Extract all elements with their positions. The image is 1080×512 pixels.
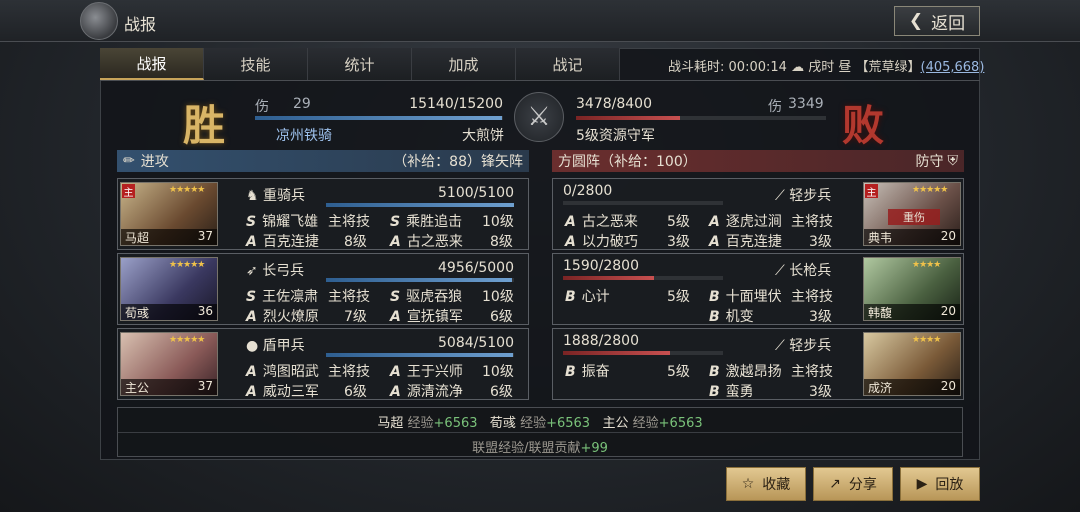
- cavalry-icon: ♞: [246, 188, 259, 204]
- defeat-mark: 败: [842, 101, 885, 150]
- star-rating-icon: ★★★★★: [169, 260, 205, 270]
- left-troops-header: 伤 29 15140/15200: [255, 96, 503, 120]
- star-rating-icon: ★★★★★: [912, 185, 948, 195]
- general-card-right-3[interactable]: 1888/2800 ⟋ 轻步兵 B 振奋 5级 B 激越昂扬 主将技 B 蛮勇 3级 …: [552, 328, 964, 400]
- hp-bar: [326, 353, 514, 357]
- hp-bar: [563, 276, 723, 280]
- share-icon: ↗: [829, 476, 841, 492]
- right-troops-header: 3478/8400 伤 3349: [576, 96, 826, 120]
- crossed-swords-icon: ⚔: [514, 92, 564, 142]
- star-rating-icon: ★★★★★: [169, 185, 205, 195]
- left-player-name: 凉州铁骑: [276, 128, 332, 144]
- general-portrait: ★★★★★ 主公 37: [120, 332, 218, 396]
- general-card-left-1[interactable]: 主 ★★★★★ 马超 37 ♞ 重骑兵 5100/5100 S 锦耀飞雄 主将技 S…: [117, 178, 529, 250]
- tab-report[interactable]: 战报: [100, 48, 204, 80]
- hp-bar: [326, 203, 514, 207]
- general-portrait: ★★★★★ 荀彧 36: [120, 257, 218, 321]
- divider: [100, 80, 980, 81]
- right-enemy-name: 5级资源守军: [576, 128, 655, 144]
- spear-icon: ⟋: [775, 188, 785, 204]
- back-arrow-icon: ❮: [908, 11, 924, 31]
- spear-icon: ⟋: [775, 263, 785, 279]
- right-troops-bar: [576, 116, 826, 120]
- share-button[interactable]: ↗ 分享: [813, 467, 893, 501]
- spear-icon: ⟋: [775, 338, 785, 354]
- shield-troop-icon: ●: [246, 338, 259, 354]
- experience-summary: 马超 经验+6563 荀彧 经验+6563 主公 经验+6563 联盟经验/联盟…: [117, 407, 963, 457]
- tab-bonus[interactable]: 加成: [412, 48, 516, 80]
- defense-section-header: 方圆阵（补给：100） 防守 ⛨: [552, 150, 964, 172]
- bow-icon: ➶: [246, 263, 258, 279]
- left-troops-bar: [255, 116, 503, 120]
- general-card-left-3[interactable]: ★★★★★ 主公 37 ● 盾甲兵 5084/5100 A 鸿图昭武 主将技 A 王于…: [117, 328, 529, 400]
- coords-link[interactable]: (405,668): [921, 60, 985, 75]
- left-player-item: 大煎饼: [462, 128, 504, 144]
- replay-button[interactable]: ▶ 回放: [900, 467, 980, 501]
- star-rating-icon: ★★★★: [912, 260, 941, 270]
- tab-stats[interactable]: 统计: [308, 48, 412, 80]
- general-card-right-2[interactable]: 1590/2800 ⟋ 长枪兵 B 心计 5级 B 十面埋伏 主将技 B 机变 3级 …: [552, 253, 964, 325]
- tab-record[interactable]: 战记: [516, 48, 620, 80]
- star-rating-icon: ★★★★★: [169, 335, 205, 345]
- sword-icon: ✏: [123, 153, 135, 169]
- weather-icon: ☁: [791, 60, 805, 75]
- collect-button[interactable]: ☆ 收藏: [726, 467, 806, 501]
- injury-badge: 重伤: [888, 209, 940, 225]
- victory-mark: 胜: [183, 101, 226, 150]
- star-rating-icon: ★★★★: [912, 335, 941, 345]
- hp-bar: [563, 201, 723, 205]
- back-button[interactable]: ❮ 返回: [894, 6, 980, 36]
- page-title: 战报: [124, 15, 157, 34]
- tab-skills[interactable]: 技能: [204, 48, 308, 80]
- tab-bar: 战报 技能 统计 加成 战记: [100, 48, 620, 80]
- shield-icon: ⛨: [947, 153, 959, 169]
- general-portrait: 主 ★★★★★ 重伤 典韦 20: [863, 182, 961, 246]
- general-card-right-1[interactable]: 0/2800 ⟋ 轻步兵 A 古之恶来 5级 A 逐虎过涧 主将技 A 以力破巧 3级…: [552, 178, 964, 250]
- hp-bar: [326, 278, 514, 282]
- general-portrait: 主 ★★★★★ 马超 37: [120, 182, 218, 246]
- game-logo-icon: [80, 2, 118, 40]
- star-icon: ☆: [741, 476, 755, 492]
- general-card-left-2[interactable]: ★★★★★ 荀彧 36 ➶ 长弓兵 4956/5000 S 王佐凛肃 主将技 S 驱虎…: [117, 253, 529, 325]
- divider: [118, 432, 962, 433]
- play-icon: ▶: [916, 476, 928, 492]
- general-portrait: ★★★★ 韩馥 20: [863, 257, 961, 321]
- top-bar: 战报 ❮ 返回: [0, 0, 1080, 42]
- attack-section-header: ✏ 进攻 （补给：88）锋矢阵: [117, 150, 529, 172]
- hp-bar: [563, 351, 723, 355]
- general-portrait: ★★★★ 成济 20: [863, 332, 961, 396]
- battle-info: 战斗耗时: 00:00:14 ☁ 戌时 昼 【荒草绿】(405,668): [668, 60, 985, 75]
